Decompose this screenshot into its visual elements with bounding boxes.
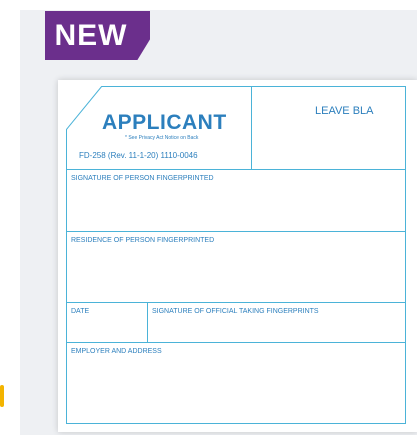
- date-divider: [147, 302, 148, 342]
- residence-label: RESIDENCE OF PERSON FINGERPRINTED: [71, 237, 215, 244]
- row-line-1: [67, 169, 405, 170]
- signature-fingerprinted-label: SIGNATURE OF PERSON FINGERPRINTED: [71, 175, 214, 182]
- employer-label: EMPLOYER AND ADDRESS: [71, 348, 162, 355]
- row-line-4: [67, 342, 405, 343]
- date-label: DATE: [71, 308, 90, 315]
- row-line-3: [67, 302, 405, 303]
- form-number: FD-258 (Rev. 11-1-20) 1110-0046: [79, 151, 198, 160]
- edge-mark: [0, 385, 4, 407]
- new-badge: NEW: [45, 11, 150, 60]
- leave-blank-label: LEAVE BLA: [315, 105, 374, 117]
- privacy-note: * See Privacy Act Notice on Back: [125, 135, 199, 141]
- title-divider: [251, 87, 252, 169]
- clipped-corner-line: [66, 86, 103, 131]
- fingerprint-card: APPLICANT * See Privacy Act Notice on Ba…: [58, 80, 417, 432]
- new-badge-label: NEW: [54, 19, 128, 52]
- signature-official-label: SIGNATURE OF OFFICIAL TAKING FINGERPRINT…: [152, 308, 319, 315]
- row-line-2: [67, 231, 405, 232]
